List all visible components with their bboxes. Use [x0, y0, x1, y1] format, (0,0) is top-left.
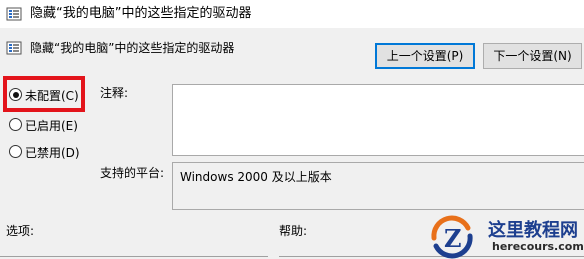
notes-label: 注释:: [100, 86, 129, 100]
window-title: 隐藏“我的电脑”中的这些指定的驱动器: [30, 6, 252, 21]
radio-enabled[interactable]: 已启用(E): [9, 116, 78, 134]
radio-disabled[interactable]: 已禁用(D): [9, 143, 80, 161]
radio-label: 已禁用(D): [25, 145, 80, 160]
watermark-logo-icon: Z: [428, 214, 476, 259]
next-setting-button[interactable]: 下一个设置(N): [483, 43, 582, 69]
radio-unchecked-icon[interactable]: [9, 145, 22, 158]
policy-settings-icon: [6, 6, 22, 25]
options-panel-border: [0, 256, 268, 257]
radio-label: 已启用(E): [25, 118, 78, 133]
help-label: 帮助:: [279, 224, 308, 238]
highlight-annotation-box: [3, 76, 85, 112]
notes-textarea[interactable]: [172, 84, 584, 156]
radio-unchecked-icon[interactable]: [9, 118, 22, 131]
title-bar: 隐藏“我的电脑”中的这些指定的驱动器: [0, 0, 584, 28]
supported-platform-label: 支持的平台:: [100, 166, 165, 180]
options-label: 选项:: [6, 224, 35, 238]
watermark-site-name: 这里教程网: [488, 220, 578, 241]
svg-text:Z: Z: [444, 224, 462, 253]
setting-name: 隐藏“我的电脑”中的这些指定的驱动器: [30, 41, 235, 55]
watermark-site-url: herecours.com: [492, 240, 584, 253]
supported-platform-value: Windows 2000 及以上版本: [180, 170, 332, 184]
previous-setting-button[interactable]: 上一个设置(P): [375, 43, 475, 69]
watermark: Z 这里教程网 herecours.com: [428, 214, 584, 259]
policy-settings-icon: [6, 40, 22, 59]
